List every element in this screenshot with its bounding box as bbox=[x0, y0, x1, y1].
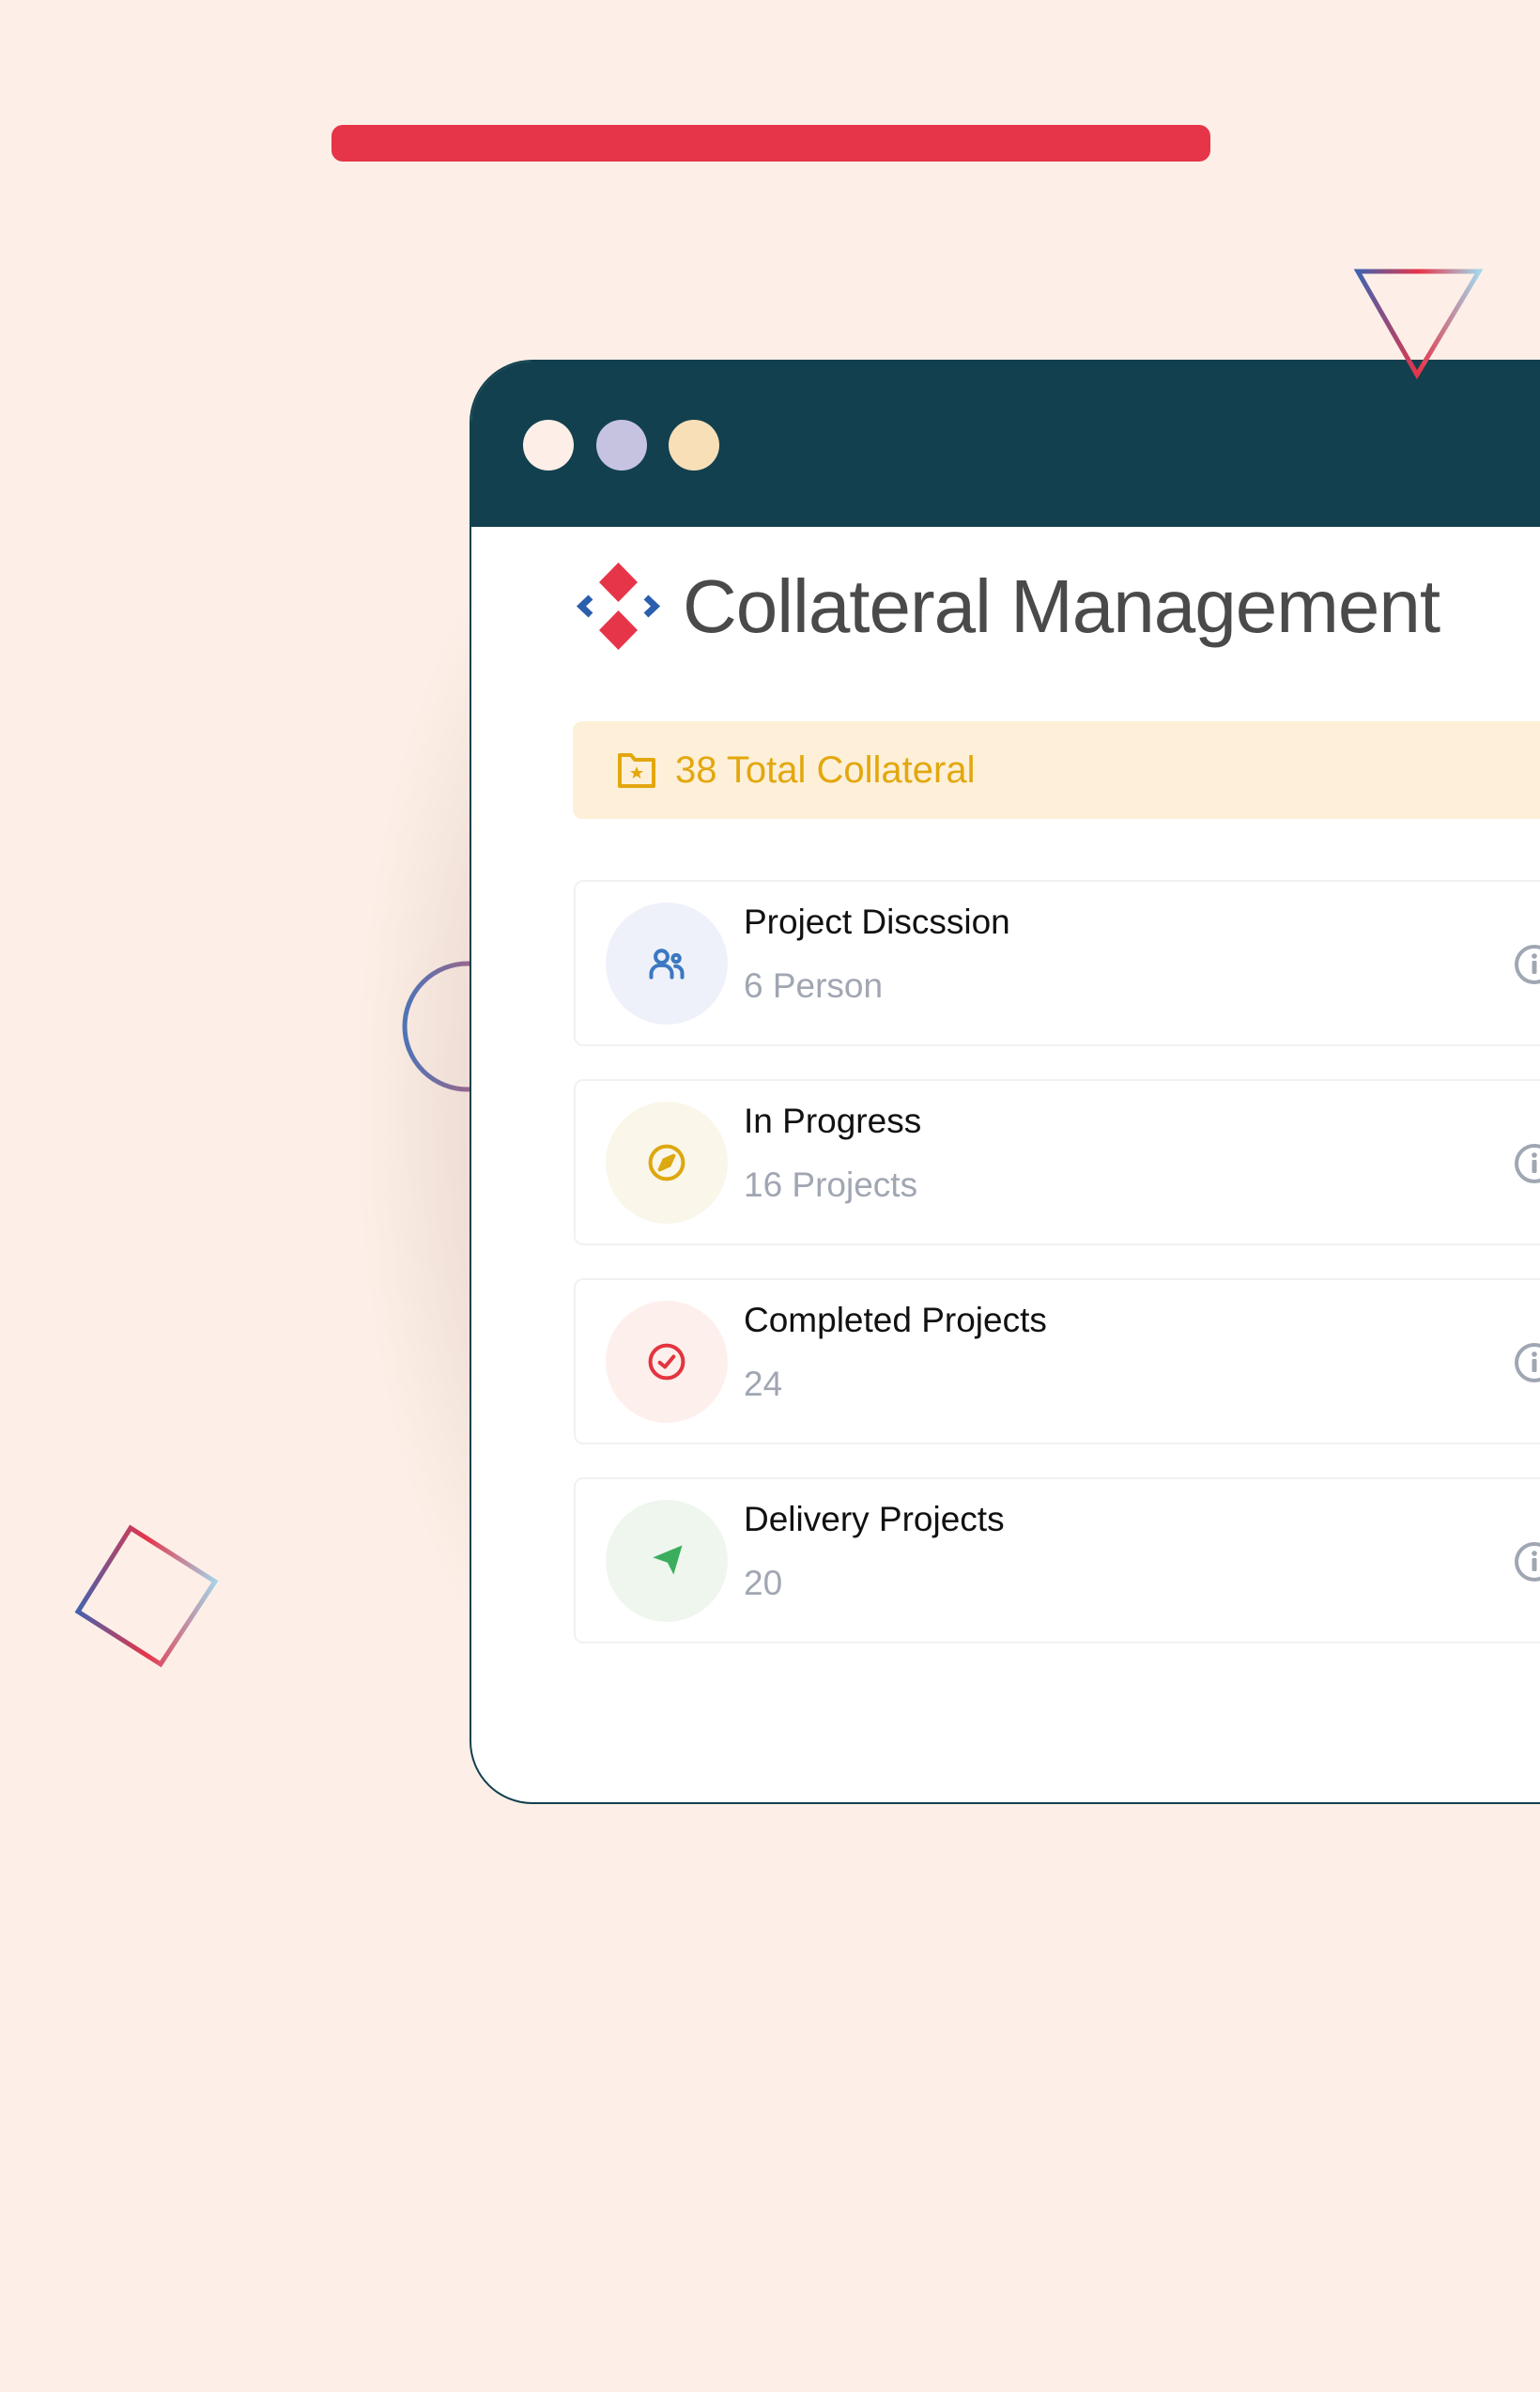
card-subtitle: 6 Person bbox=[744, 966, 884, 1005]
app-title: Collateral Management bbox=[683, 563, 1440, 648]
window-minimize-button[interactable] bbox=[596, 420, 647, 471]
card-title: In Progress bbox=[744, 1102, 922, 1140]
accent-bar bbox=[331, 125, 1210, 162]
card-title: Project Discssion bbox=[744, 903, 1010, 941]
card-subtitle: 24 bbox=[744, 1365, 783, 1403]
info-icon[interactable] bbox=[1514, 944, 1540, 985]
stat-card-delivery-projects[interactable]: Delivery Projects 20 bbox=[574, 1477, 1540, 1644]
card-subtitle: 16 Projects bbox=[744, 1165, 918, 1204]
card-subtitle: 20 bbox=[744, 1564, 783, 1602]
card-title: Delivery Projects bbox=[744, 1500, 1005, 1538]
stat-card-project-discussion[interactable]: Project Discssion 6 Person bbox=[574, 880, 1540, 1046]
icon-badge bbox=[606, 1102, 728, 1224]
navigation-arrow-icon bbox=[653, 1545, 683, 1575]
stat-card-completed-projects[interactable]: Completed Projects 24 bbox=[574, 1278, 1540, 1444]
logo-icon bbox=[576, 563, 661, 650]
icon-badge bbox=[606, 1500, 728, 1622]
folder-star-icon bbox=[618, 753, 655, 788]
window-maximize-button[interactable] bbox=[669, 420, 719, 471]
window-close-button[interactable] bbox=[523, 420, 574, 471]
card-title: Completed Projects bbox=[744, 1301, 1047, 1339]
total-collateral-text: 38 Total Collateral bbox=[675, 748, 976, 791]
compass-icon bbox=[648, 1144, 685, 1181]
app-window: Collateral Management 38 Total Collatera… bbox=[470, 360, 1540, 1804]
app-header: Collateral Management bbox=[575, 562, 1440, 651]
total-collateral-banner[interactable]: 38 Total Collateral bbox=[573, 721, 1540, 819]
info-icon[interactable] bbox=[1514, 1143, 1540, 1184]
square-shape bbox=[74, 1524, 219, 1668]
icon-badge bbox=[606, 1301, 728, 1423]
icon-badge bbox=[606, 903, 728, 1025]
stat-card-in-progress[interactable]: In Progress 16 Projects bbox=[574, 1079, 1540, 1245]
info-icon[interactable] bbox=[1514, 1342, 1540, 1383]
check-circle-icon bbox=[648, 1343, 685, 1381]
info-icon[interactable] bbox=[1514, 1541, 1540, 1582]
window-titlebar bbox=[471, 362, 1540, 527]
users-icon bbox=[649, 949, 685, 980]
